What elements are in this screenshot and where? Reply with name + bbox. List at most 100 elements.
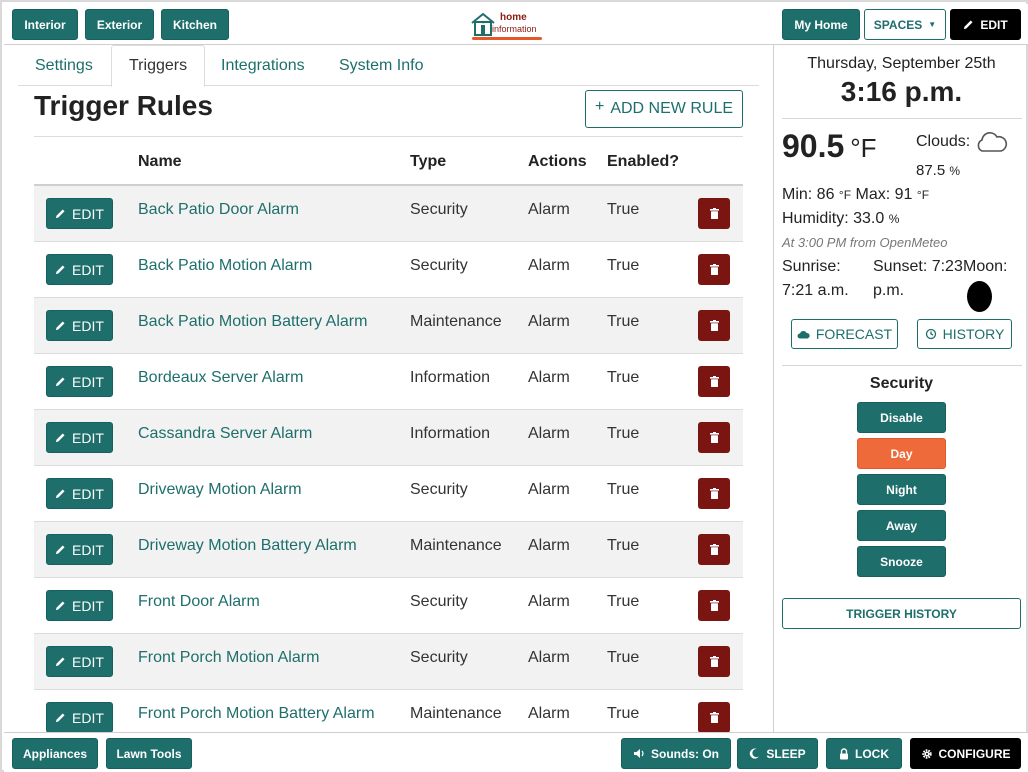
pencil-icon <box>55 433 65 443</box>
tab-triggers[interactable]: Triggers <box>111 45 206 87</box>
rule-type: Security <box>410 481 468 498</box>
tab-integrations[interactable]: Integrations <box>204 45 322 86</box>
pencil-icon <box>55 657 65 667</box>
rule-name-link[interactable]: Cassandra Server Alarm <box>138 425 312 443</box>
rule-name-link[interactable]: Front Porch Motion Battery Alarm <box>138 705 375 723</box>
edit-rule-label: EDIT <box>72 317 104 334</box>
rule-name-link[interactable]: Back Patio Motion Battery Alarm <box>138 313 367 331</box>
security-mode-day[interactable]: Day <box>857 438 946 469</box>
clouds-value: 87.5 % <box>916 162 960 179</box>
table-row: EDIT Bordeaux Server Alarm Information Alar… <box>34 354 743 410</box>
edit-rule-label: EDIT <box>72 429 104 446</box>
kitchen-label: Kitchen <box>172 17 217 32</box>
sleep-button[interactable]: SLEEP <box>737 738 818 769</box>
edit-rule-button[interactable]: EDIT <box>46 646 113 677</box>
delete-rule-button[interactable] <box>698 590 730 621</box>
lawn-tools-button[interactable]: Lawn Tools <box>106 738 192 769</box>
settings-tabs: Settings Triggers Integrations System In… <box>18 45 759 87</box>
edit-rule-button[interactable]: EDIT <box>46 310 113 341</box>
speaker-icon <box>634 749 644 758</box>
security-mode-away[interactable]: Away <box>857 510 946 541</box>
rule-actions: Alarm <box>528 257 570 274</box>
rule-actions: Alarm <box>528 537 570 554</box>
edit-rule-button[interactable]: EDIT <box>46 254 113 285</box>
delete-rule-button[interactable] <box>698 310 730 341</box>
rule-actions: Alarm <box>528 593 570 610</box>
current-date: Thursday, September 25th <box>807 55 996 72</box>
table-row: EDIT Front Door Alarm Security Alarm True <box>34 578 743 634</box>
weather-source-note: At 3:00 PM from OpenMeteo <box>782 235 948 250</box>
history-button[interactable]: HISTORY <box>917 319 1012 349</box>
lock-button[interactable]: LOCK <box>826 738 902 769</box>
security-mode-disable[interactable]: Disable <box>857 402 946 433</box>
max-unit: °F <box>916 188 930 202</box>
edit-rule-button[interactable]: EDIT <box>46 590 113 621</box>
sunset-block: Sunset: 7:23 p.m. <box>873 255 963 303</box>
delete-rule-button[interactable] <box>698 422 730 453</box>
rule-name-link[interactable]: Bordeaux Server Alarm <box>138 369 303 387</box>
edit-rule-button[interactable]: EDIT <box>46 478 113 509</box>
rule-type: Information <box>410 425 491 442</box>
sounds-label: Sounds: On <box>651 746 719 761</box>
top-bar: Interior Exterior Kitchen home informati… <box>4 4 1028 45</box>
rule-enabled: True <box>607 537 640 554</box>
delete-rule-button[interactable] <box>698 254 730 285</box>
tab-settings[interactable]: Settings <box>18 45 110 86</box>
my-home-label: My Home <box>794 17 848 32</box>
sunrise-block: Sunrise: 7:21 a.m. <box>782 255 849 303</box>
edit-rule-button[interactable]: EDIT <box>46 534 113 565</box>
pencil-icon <box>55 601 65 611</box>
edit-rule-button[interactable]: EDIT <box>46 198 113 229</box>
security-mode-snooze[interactable]: Snooze <box>857 546 946 577</box>
rule-name-link[interactable]: Back Patio Door Alarm <box>138 201 299 219</box>
forecast-button[interactable]: FORECAST <box>791 319 898 349</box>
rule-enabled: True <box>607 369 640 386</box>
add-new-rule-button[interactable]: + ADD NEW RULE <box>585 90 743 128</box>
exterior-button[interactable]: Exterior <box>85 9 154 40</box>
trash-icon <box>709 376 719 387</box>
history-label: HISTORY <box>942 326 1005 342</box>
tab-system-info[interactable]: System Info <box>322 45 440 86</box>
trigger-history-button[interactable]: TRIGGER HISTORY <box>782 598 1021 629</box>
humidity-line: Humidity: 33.0 % <box>782 210 899 228</box>
rule-name-link[interactable]: Front Door Alarm <box>138 593 260 611</box>
spaces-dropdown[interactable]: SPACES ▼ <box>864 9 946 40</box>
rule-enabled: True <box>607 705 640 722</box>
edit-rule-button[interactable]: EDIT <box>46 702 113 733</box>
pencil-icon <box>55 489 65 499</box>
edit-rule-button[interactable]: EDIT <box>46 366 113 397</box>
rule-type: Security <box>410 257 468 274</box>
configure-button[interactable]: CONFIGURE <box>910 738 1021 769</box>
rule-actions: Alarm <box>528 369 570 386</box>
edit-rule-button[interactable]: EDIT <box>46 422 113 453</box>
appliances-button[interactable]: Appliances <box>12 738 98 769</box>
delete-rule-button[interactable] <box>698 366 730 397</box>
rule-type: Maintenance <box>410 537 502 554</box>
min-temp: Min: 86 <box>782 186 835 203</box>
home-information-logo[interactable]: home information <box>470 10 544 40</box>
delete-rule-button[interactable] <box>698 646 730 677</box>
plus-icon: + <box>594 98 605 115</box>
interior-button[interactable]: Interior <box>12 9 78 40</box>
clouds-percent: 87.5 <box>916 162 946 179</box>
table-row: EDIT Cassandra Server Alarm Information Ala… <box>34 410 743 466</box>
table-row: EDIT Front Porch Motion Alarm Security Alar… <box>34 634 743 690</box>
cloud-icon <box>797 330 810 338</box>
pencil-icon <box>55 377 65 387</box>
my-home-button[interactable]: My Home <box>782 9 860 40</box>
max-temp: Max: 91 <box>855 186 913 203</box>
rule-name-link[interactable]: Back Patio Motion Alarm <box>138 257 312 275</box>
rule-enabled: True <box>607 593 640 610</box>
moon-phase-icon <box>967 281 992 312</box>
rule-name-link[interactable]: Driveway Motion Battery Alarm <box>138 537 357 555</box>
kitchen-button[interactable]: Kitchen <box>161 9 229 40</box>
edit-layout-button[interactable]: EDIT <box>950 9 1021 40</box>
delete-rule-button[interactable] <box>698 478 730 509</box>
delete-rule-button[interactable] <box>698 198 730 229</box>
rule-name-link[interactable]: Front Porch Motion Alarm <box>138 649 319 667</box>
security-mode-night[interactable]: Night <box>857 474 946 505</box>
delete-rule-button[interactable] <box>698 534 730 565</box>
sounds-toggle-button[interactable]: Sounds: On <box>621 738 731 769</box>
rule-name-link[interactable]: Driveway Motion Alarm <box>138 481 302 499</box>
delete-rule-button[interactable] <box>698 702 730 733</box>
